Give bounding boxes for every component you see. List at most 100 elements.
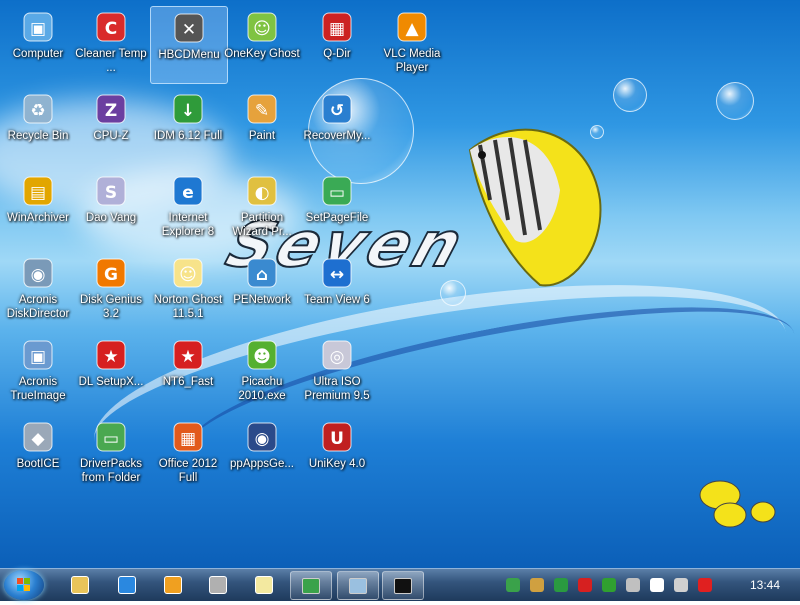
ie-icon: e [171,174,205,208]
usb-eject-icon[interactable] [626,578,640,592]
desktop-icon[interactable]: ✕ HBCDMenu [150,6,228,84]
wallpaper-small-fish [699,480,776,528]
clock[interactable]: 13:44 [750,578,780,592]
start-orb-icon[interactable] [4,570,44,600]
desktop-icon[interactable]: ▣ Computer [0,6,76,82]
svg-text:⌂: ⌂ [256,265,268,285]
archiver-icon: ▤ [21,174,55,208]
taskbar-pinned-tools-icon[interactable] [198,571,238,598]
driverpacks-icon: ▭ [94,420,128,454]
svg-text:↔: ↔ [330,265,344,285]
desktop-icon[interactable]: ▦ Office 2012 Full [150,416,226,492]
desktop-icon[interactable]: ▤ WinArchiver [0,170,76,246]
svg-text:◐: ◐ [255,183,270,203]
network-icon: ⌂ [245,256,279,290]
desktop-icon[interactable]: ↺ RecoverMy... [299,88,375,164]
play-icon[interactable] [554,578,568,592]
desktop-icon[interactable]: C Cleaner Temp ... [73,6,149,82]
svg-text:♻: ♻ [30,101,45,121]
desktop-icon[interactable]: Z CPU-Z [73,88,149,164]
desktop-icon[interactable]: e Internet Explorer 8 [150,170,226,246]
cmd-icon [394,577,412,594]
taskbar-window-partition-icon[interactable] [290,571,332,600]
volume-muted-icon[interactable] [698,578,712,592]
check-icon[interactable] [602,578,616,592]
desktop-icon[interactable]: ✎ Paint [224,88,300,164]
taskbar-pinned-ie-icon[interactable] [107,571,147,598]
desktop-icon-label: CPU-Z [93,130,129,142]
record-icon[interactable] [578,578,592,592]
star-icon: ★ [171,338,205,372]
recycle-bin-icon: ♻ [21,92,55,126]
svg-text:▣: ▣ [30,347,46,367]
taskbar-pinned-ghost-icon[interactable] [244,571,284,598]
svg-text:▭: ▭ [103,429,119,449]
desktop-icon[interactable]: U UniKey 4.0 [299,416,375,492]
desktop-icon[interactable]: ◉ Acronis DiskDirector [0,252,76,328]
desktop-icon-label: IDM 6.12 Full [153,130,223,142]
office-icon: ▦ [171,420,205,454]
taskbar-window-qdir-icon[interactable] [337,571,379,600]
desktop-icon[interactable]: ▦ Q-Dir [299,6,375,82]
desktop-icon[interactable]: ☺ Norton Ghost 11.5.1 [150,252,226,328]
desktop-icon[interactable]: ◆ BootICE [0,416,76,492]
desktop-icon[interactable]: ★ NT6_Fast [150,334,226,410]
bootice-icon: ◆ [21,420,55,454]
desktop-icon-label: Computer [12,48,64,60]
desktop-icon[interactable]: ☻ Picachu 2010.exe [224,334,300,410]
desktop-icon[interactable]: ▭ SetPageFile [299,170,375,246]
taskbar-pinned-explorer-folder-icon[interactable] [60,571,100,598]
star-icon: ★ [94,338,128,372]
desktop-icon-label: Internet Explorer 8 [161,212,215,238]
desktop-icon-label: NT6_Fast [162,376,214,388]
explorer-folder-icon [71,575,89,594]
svg-text:☻: ☻ [253,347,271,367]
desktop-icon[interactable]: ♻ Recycle Bin [0,88,76,164]
cpuz-icon: Z [94,92,128,126]
desktop-icon-label: BootICE [16,458,60,470]
norton-ghost-icon: ☺ [171,256,205,290]
desktop-icon-label: Ultra ISO Premium 9.5 [304,376,370,402]
wallpaper-bubble [716,82,754,120]
system-tray: 13:44 [498,569,800,601]
svg-text:✎: ✎ [255,101,269,121]
svg-text:★: ★ [180,347,195,367]
desktop-icon[interactable]: ◎ Ultra ISO Premium 9.5 [299,334,375,410]
media-player-icon [164,575,182,594]
desktop-icon[interactable]: ⌂ PENetwork [224,252,300,328]
flag-icon[interactable] [650,578,664,592]
desktop-icon-label: Dao Vang [85,212,137,224]
desktop-icon[interactable]: ◐ Partition Wizard Pr... [224,170,300,246]
desktop-icon[interactable]: S Dao Vang [73,170,149,246]
svg-text:✕: ✕ [182,20,196,40]
wallpaper-bubble [440,280,466,306]
vlc-icon: ▲ [395,10,429,44]
taskbar-window-cmd-icon[interactable] [382,571,424,600]
svg-text:U: U [330,429,344,449]
wallpaper-bubble [590,125,604,139]
desktop-icon[interactable]: ↔ Team View 6 [299,252,375,328]
picachu-icon: ☻ [245,338,279,372]
ultraiso-icon: ◎ [320,338,354,372]
desktop-icon-label: DL SetupX... [78,376,144,388]
desktop-icon[interactable]: ◉ ppAppsGe... [224,416,300,492]
desktop-icon[interactable]: G Disk Genius 3.2 [73,252,149,328]
network-icon[interactable] [506,578,520,592]
desktop-icon[interactable]: ▲ VLC Media Player [374,6,450,82]
desktop-icon-label: Q-Dir [323,48,351,60]
desktop: Seven ▣ Computer C Cleaner Temp ... ✕ HBCDMen… [0,0,800,568]
desktop-icon[interactable]: ▣ Acronis TrueImage [0,334,76,410]
taskbar-pinned-media-player-icon[interactable] [153,571,193,598]
desktop-icon[interactable]: ☺ OneKey Ghost [224,6,300,82]
svg-text:☺: ☺ [179,265,197,285]
display-icon[interactable] [674,578,688,592]
desktop-icon[interactable]: ↓ IDM 6.12 Full [150,88,226,164]
setpagefile-icon: ▭ [320,174,354,208]
desktop-icon[interactable]: ★ DL SetupX... [73,334,149,410]
desktop-icon[interactable]: ▭ DriverPacks from Folder [73,416,149,492]
desktop-icon-label: DriverPacks from Folder [80,458,142,484]
desktop-icon-label: PENetwork [233,294,291,306]
desktop-icon-label: Acronis DiskDirector [6,294,70,320]
usb-icon[interactable] [530,578,544,592]
acronis-disk-icon: ◉ [21,256,55,290]
